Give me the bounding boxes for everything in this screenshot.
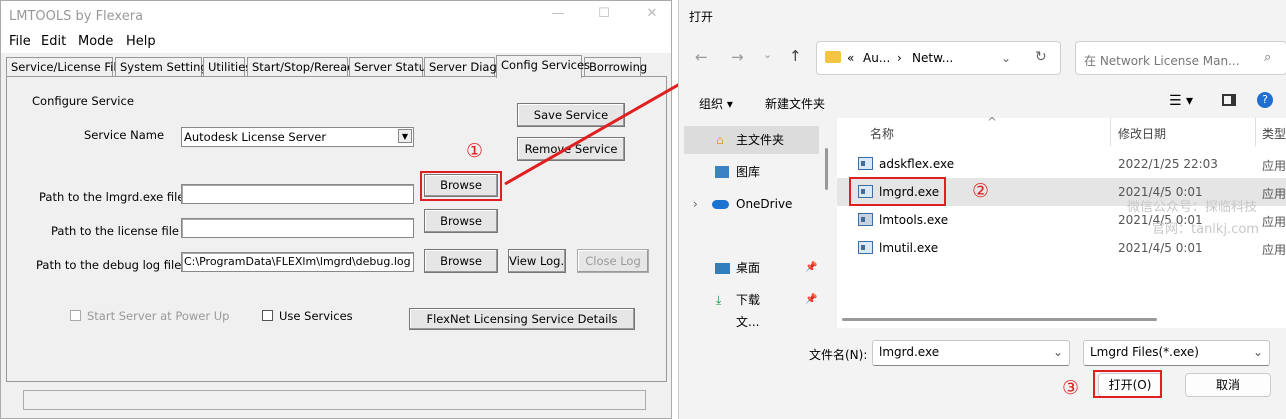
search-placeholder: 在 Network License Man... xyxy=(1084,54,1240,68)
address-separator: › xyxy=(897,51,902,65)
column-type[interactable]: 类型 xyxy=(1262,125,1286,142)
file-type: 应用 xyxy=(1262,187,1286,201)
refresh-icon[interactable]: ↻ xyxy=(1035,49,1047,65)
file-name: lmtools.exe xyxy=(879,213,949,227)
sidebar-item-gallery[interactable]: 图库 xyxy=(679,158,819,186)
sidebar-item-desktop[interactable]: 桌面 📌 xyxy=(679,254,819,282)
file-name: lmutil.exe xyxy=(879,241,939,255)
filename-value: lmgrd.exe xyxy=(879,345,940,359)
tab-config-services[interactable]: Config Services xyxy=(496,55,590,78)
dialog-footer: 文件名(N): lmgrd.exe ⌄ Lmgrd Files(*.exe) ⌄… xyxy=(679,328,1286,419)
search-box[interactable]: 在 Network License Man... ⌕ xyxy=(1075,41,1286,75)
file-date: 2021/4/5 0:01 xyxy=(1118,241,1203,255)
cancel-button[interactable]: 取消 xyxy=(1185,373,1271,397)
address-bar[interactable]: « Au... › Netw... ⌄ ↻ xyxy=(816,41,1061,75)
sidebar-item-home[interactable]: ⌂ 主文件夹 xyxy=(684,126,819,154)
file-row[interactable]: adskflex.exe 2022/1/25 22:03 应用 xyxy=(837,150,1286,178)
highlight-lmgrd xyxy=(849,177,946,206)
filename-dropdown-icon[interactable]: ⌄ xyxy=(1053,345,1063,359)
sidebar-label-onedrive: OneDrive xyxy=(736,197,793,211)
file-row[interactable]: lmutil.exe 2021/4/5 0:01 应用 xyxy=(837,234,1286,262)
gallery-icon xyxy=(715,166,729,178)
watermark-line-1: 微信公众号：探临科技 xyxy=(1127,200,1258,215)
address-prefix: « xyxy=(847,51,855,65)
sort-up-icon: ^ xyxy=(987,115,998,129)
sidebar-label-home: 主文件夹 xyxy=(736,133,785,147)
file-type: 应用 xyxy=(1262,159,1286,173)
navigation-pane: ⌂ 主文件夹 图库 › OneDrive 桌面 📌 ⤓ 下载 📌 文... xyxy=(679,118,829,328)
sidebar-scrollbar[interactable] xyxy=(825,148,828,190)
folder-icon xyxy=(825,51,841,63)
back-icon[interactable]: ← xyxy=(695,48,708,66)
new-folder-button[interactable]: 新建文件夹 xyxy=(765,95,825,112)
exe-icon xyxy=(858,213,873,226)
highlight-open xyxy=(1093,370,1162,398)
file-name: adskflex.exe xyxy=(879,157,955,171)
address-dropdown-icon[interactable]: ⌄ xyxy=(1001,51,1011,65)
filename-label: 文件名(N): xyxy=(809,348,868,362)
preview-pane-icon[interactable] xyxy=(1222,94,1236,106)
watermark-line-2: 官网：tanlkj.com xyxy=(1152,222,1259,237)
pin-icon[interactable]: 📌 xyxy=(805,286,817,314)
file-date: 2022/1/25 22:03 xyxy=(1118,157,1218,171)
step-3-marker: ③ xyxy=(1062,377,1080,399)
step-2-marker: ② xyxy=(972,180,990,202)
filetype-select[interactable]: Lmgrd Files(*.exe) ⌄ xyxy=(1083,340,1270,366)
sidebar-item-downloads[interactable]: ⤓ 下载 📌 xyxy=(679,286,819,314)
address-part-2[interactable]: Netw... xyxy=(912,51,953,65)
open-file-dialog: 打开 ← → ⌄ ↑ « Au... › Netw... ⌄ ↻ 在 Netwo… xyxy=(678,0,1286,419)
sidebar-label-gallery: 图库 xyxy=(736,165,761,179)
horizontal-scrollbar[interactable] xyxy=(842,318,1157,321)
filetype-dropdown-icon[interactable]: ⌄ xyxy=(1253,345,1263,359)
sidebar-label-downloads: 下载 xyxy=(736,293,761,307)
download-icon: ⤓ xyxy=(716,293,722,307)
sidebar-item-onedrive[interactable]: › OneDrive xyxy=(679,190,819,218)
view-options-icon[interactable]: ☰ ▾ xyxy=(1169,93,1193,109)
dialog-title: 打开 xyxy=(689,10,714,24)
sidebar-label-desktop: 桌面 xyxy=(736,261,761,275)
desktop-icon xyxy=(715,263,730,274)
filename-input[interactable]: lmgrd.exe ⌄ xyxy=(872,340,1070,366)
organize-menu[interactable]: 组织 ▾ xyxy=(699,95,733,112)
help-icon[interactable]: ? xyxy=(1257,92,1273,108)
column-name[interactable]: 名称 xyxy=(870,125,894,142)
filetype-value: Lmgrd Files(*.exe) xyxy=(1090,345,1199,359)
exe-icon xyxy=(858,241,873,254)
exe-icon xyxy=(858,157,873,170)
pin-icon[interactable]: 📌 xyxy=(805,254,817,282)
recent-chevron-icon[interactable]: ⌄ xyxy=(763,48,772,61)
sidebar-item-documents[interactable]: 文... xyxy=(679,316,819,328)
search-icon[interactable]: ⌕ xyxy=(1264,50,1271,65)
up-icon[interactable]: ↑ xyxy=(789,47,802,65)
file-type: 应用 xyxy=(1262,215,1286,229)
home-icon: ⌂ xyxy=(716,133,724,147)
forward-icon[interactable]: → xyxy=(731,48,744,66)
file-type: 应用 xyxy=(1262,243,1286,257)
expand-chevron-icon[interactable]: › xyxy=(693,190,698,218)
address-part-1[interactable]: Au... xyxy=(863,51,890,65)
file-list: 名称 ^ 修改日期 类型 adskflex.exe 2022/1/25 22:0… xyxy=(837,115,1286,328)
column-divider xyxy=(1110,118,1111,146)
column-divider xyxy=(1255,118,1256,146)
sidebar-label-documents: 文... xyxy=(736,316,760,328)
cloud-icon xyxy=(712,200,729,209)
column-date[interactable]: 修改日期 xyxy=(1118,125,1166,142)
